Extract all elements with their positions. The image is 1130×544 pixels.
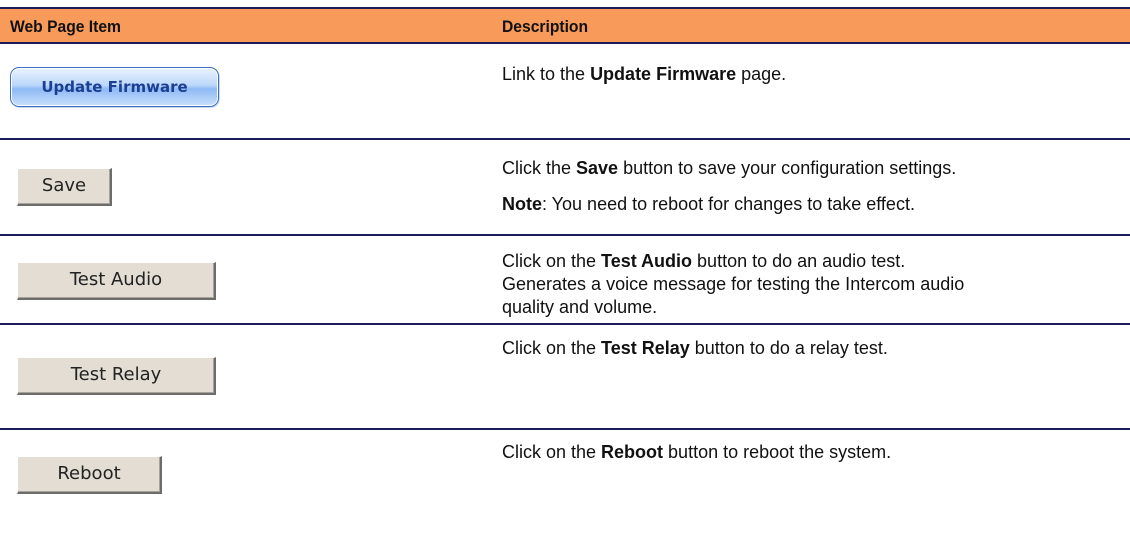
desc-text: Click the [502,158,577,178]
test-relay-button[interactable]: Test Relay [17,357,216,395]
desc-text: button to do an audio test. [692,251,906,271]
update-firmware-description: Link to the Update Firmware page. [502,63,1122,86]
save-description-line1: Click the Save button to save your confi… [502,157,1122,180]
desc-bold: Note [502,194,542,214]
save-description-note: Note: You need to reboot for changes to … [502,193,1122,216]
row-divider [0,323,1130,325]
header-web-page-item: Web Page Item [10,17,121,36]
desc-text: button to do a relay test. [689,338,888,358]
desc-bold: Save [576,158,619,178]
desc-bold: Reboot [601,442,664,462]
desc-text: quality and volume. [502,297,658,317]
reboot-description: Click on the Reboot button to reboot the… [502,441,1122,464]
desc-text: Click on the [502,251,602,271]
row-divider [0,428,1130,430]
row-divider [0,234,1130,236]
reboot-button[interactable]: Reboot [17,456,162,494]
desc-text: page. [736,64,787,84]
table-header: Web Page Item Description [0,7,1130,44]
test-audio-description: Click on the Test Audio button to do an … [502,250,1122,319]
desc-text: Click on the [502,338,602,358]
desc-bold: Update Firmware [590,64,737,84]
test-audio-button[interactable]: Test Audio [17,262,216,300]
desc-text: Generates a voice message for testing th… [502,274,965,294]
update-firmware-button[interactable]: Update Firmware [10,67,219,107]
save-button[interactable]: Save [17,168,112,206]
row-divider [0,138,1130,140]
desc-text: Link to the [502,64,591,84]
desc-text: Click on the [502,442,602,462]
test-relay-description: Click on the Test Relay button to do a r… [502,337,1122,360]
desc-bold: Test Relay [601,338,690,358]
header-description: Description [502,17,589,36]
desc-text: button to reboot the system. [663,442,892,462]
desc-bold: Test Audio [601,251,693,271]
desc-text: : You need to reboot for changes to take… [542,194,915,214]
desc-text: button to save your configuration settin… [618,158,957,178]
